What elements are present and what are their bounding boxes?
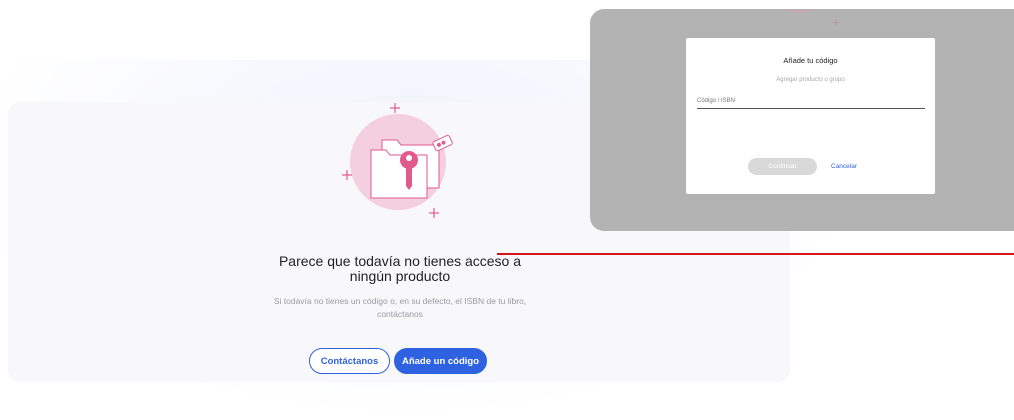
contact-button[interactable]: Contáctanos — [309, 348, 390, 374]
code-input[interactable] — [697, 108, 925, 109]
folder-key-icon — [342, 103, 453, 218]
add-code-modal: Añade tu código Agregar producto o grupo… — [686, 38, 935, 194]
continue-button[interactable]: Continuar — [748, 158, 817, 175]
add-code-button[interactable]: Añade un código — [394, 348, 487, 374]
modal-overlay[interactable]: + Añade tu código Agregar producto o gru… — [590, 9, 1014, 231]
empty-state-title: Parece que todavía no tienes acceso a ni… — [278, 253, 522, 284]
code-field-label: Código / ISBN — [697, 98, 736, 104]
cancel-button[interactable]: Cancelar — [831, 163, 857, 170]
modal-subtitle: Agregar producto o grupo — [776, 77, 845, 83]
empty-state-subtitle: Si todavía no tienes un código o, en su … — [273, 296, 527, 319]
background-illustration-fragment — [787, 9, 813, 13]
modal-title: Añade tu código — [783, 56, 838, 65]
plus-icon: + — [833, 17, 840, 29]
annotation-line — [497, 253, 1014, 255]
